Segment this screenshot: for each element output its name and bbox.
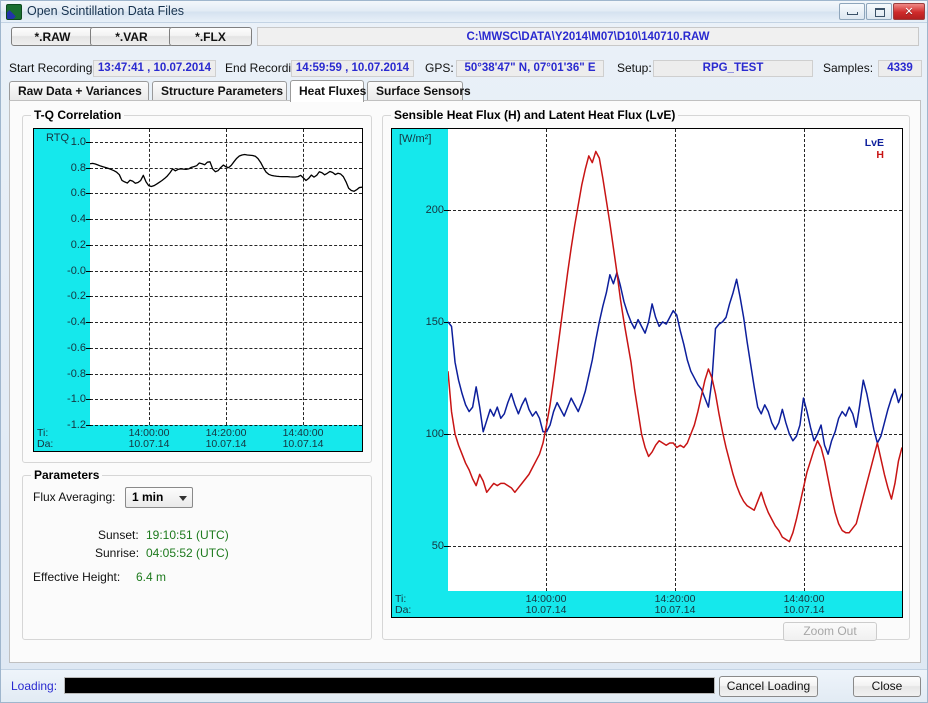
legend-item-h: H xyxy=(876,149,884,161)
loading-progress-fill xyxy=(65,678,714,693)
start-recording-value: 13:47:41 , 10.07.2014 xyxy=(93,60,216,77)
flux-averaging-label: Flux Averaging: xyxy=(33,490,116,504)
application-window: Open Scintillation Data Files *.RAW *.VA… xyxy=(0,0,928,703)
maximize-icon[interactable] xyxy=(866,3,892,20)
tab-bar: Raw Data + Variances Structure Parameters… xyxy=(9,80,921,102)
series-line-h xyxy=(448,150,902,543)
title-bar: Open Scintillation Data Files xyxy=(1,1,927,23)
series-line-lve xyxy=(448,271,902,455)
minimize-icon[interactable] xyxy=(839,3,865,20)
samples-label: Samples: xyxy=(823,61,874,75)
window-controls xyxy=(838,3,925,21)
tab-heat-fluxes[interactable]: Heat Fluxes xyxy=(290,80,366,102)
loading-progress-bar xyxy=(64,677,715,694)
loading-label: Loading: xyxy=(11,679,58,693)
raw-file-button[interactable]: *.RAW xyxy=(11,27,94,46)
flx-file-button[interactable]: *.FLX xyxy=(169,27,252,46)
window-title: Open Scintillation Data Files xyxy=(27,4,185,18)
parameters-group: Parameters Flux Averaging: 1 min Sunset:… xyxy=(22,468,372,640)
sunset-value: 19:10:51 (UTC) xyxy=(146,528,229,542)
tq-correlation-chart[interactable]: RTQ 1.0 0.8 0.6 0.4 0.2 -0.0 -0.2 -0.4 -0.6 -0.8 -1… xyxy=(33,128,363,452)
sunrise-value: 04:05:52 (UTC) xyxy=(146,546,229,560)
heat-flux-title: Sensible Heat Flux (H) and Latent Heat F… xyxy=(391,108,679,122)
tq-correlation-title: T-Q Correlation xyxy=(31,108,125,122)
tab-content-heat-fluxes: T-Q Correlation RTQ 1.0 0.8 0.6 0.4 0.2 -0.0 -0… xyxy=(9,100,921,663)
series-line-rtq xyxy=(90,153,362,192)
heat-flux-chart[interactable]: [W/m²] 200 150 100 50 14:00:00 10.07.14 14:20:0… xyxy=(391,128,903,618)
chart-series-layer xyxy=(448,150,902,543)
sunrise-label: Sunrise: xyxy=(95,546,140,560)
flux-averaging-row: Flux Averaging: 1 min xyxy=(33,487,193,508)
recording-info-row: Start Recording: 13:47:41 , 10.07.2014 E… xyxy=(1,58,927,80)
effective-height-label: Effective Height: xyxy=(33,570,121,584)
flux-averaging-value: 1 min xyxy=(132,490,164,504)
close-icon[interactable] xyxy=(893,3,925,20)
setup-value: RPG_TEST xyxy=(653,60,813,77)
file-path-display: C:\MWSC\DATA\Y2014\M07\D10\140710.RAW xyxy=(257,27,919,46)
setup-label: Setup: xyxy=(617,61,652,75)
end-recording-value: 14:59:59 , 10.07.2014 xyxy=(291,60,414,77)
tq-correlation-group: T-Q Correlation RTQ 1.0 0.8 0.6 0.4 0.2 -0.0 -0… xyxy=(22,108,372,463)
legend-item-lve: LvE xyxy=(864,137,884,149)
chart-series-layer xyxy=(90,153,362,192)
gps-value: 50°38'47" N, 07°01'36" E xyxy=(456,60,604,77)
parameters-title: Parameters xyxy=(31,468,103,482)
sunset-label: Sunset: xyxy=(98,528,139,542)
start-recording-label: Start Recording: xyxy=(9,61,96,75)
close-button[interactable]: Close xyxy=(853,676,921,697)
tab-surface-sensors[interactable]: Surface Sensors xyxy=(367,81,471,101)
tab-structure-parameters[interactable]: Structure Parameters xyxy=(152,81,287,101)
chevron-down-icon xyxy=(179,496,187,501)
var-file-button[interactable]: *.VAR xyxy=(90,27,173,46)
gps-label: GPS: xyxy=(425,61,454,75)
status-bar: Loading: Cancel Loading Close xyxy=(1,669,927,702)
file-type-toolbar: *.RAW *.VAR *.FLX C:\MWSC\DATA\Y2014\M07… xyxy=(1,23,927,49)
samples-value: 4339 xyxy=(878,60,922,77)
app-logo-icon xyxy=(6,4,22,20)
effective-height-value: 6.4 m xyxy=(136,570,167,584)
flux-averaging-dropdown[interactable]: 1 min xyxy=(125,487,193,508)
zoom-out-button[interactable]: Zoom Out xyxy=(783,622,877,641)
cancel-loading-button[interactable]: Cancel Loading xyxy=(719,676,818,697)
tab-raw-data-variances[interactable]: Raw Data + Variances xyxy=(9,81,149,101)
heat-flux-group: Sensible Heat Flux (H) and Latent Heat F… xyxy=(382,108,910,641)
